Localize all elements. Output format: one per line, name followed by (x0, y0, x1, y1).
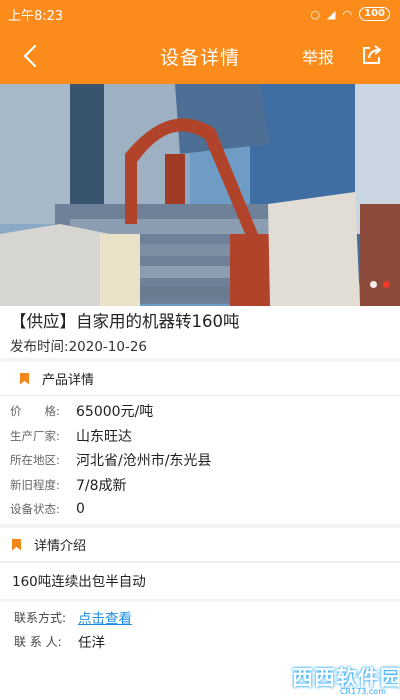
wifi-icon: ◠ (342, 7, 353, 21)
detail-row-price: 价 格: 65000元/吨 (10, 399, 390, 424)
status-time: 上午8:23 (8, 8, 64, 24)
watermark-url: CR173.com (339, 687, 386, 696)
product-details-header: 产品详情 (0, 362, 400, 396)
detail-value: 山东旺达 (76, 428, 132, 445)
product-title-card: 【供应】自家用的机器转160吨 发布时间:2020-10-26 (0, 306, 400, 358)
contact-method-row: 联系方式: 点击查看 (14, 605, 386, 629)
status-bar: 上午8:23 ○ ◢ ◠ 100 (0, 0, 400, 28)
muted-ring-icon: ○ (310, 7, 321, 21)
intro-header: 详情介绍 (0, 528, 400, 562)
page-title: 设备详情 (159, 46, 240, 69)
equipment-photo-carousel[interactable] (0, 84, 400, 306)
status-icons: ○ ◢ ◠ 100 (310, 7, 390, 21)
detail-label: 生产厂家: (10, 428, 60, 443)
product-details-title: 产品详情 (42, 373, 95, 388)
battery-indicator: 100 (359, 7, 390, 21)
publish-date-label: 发布时间: (10, 339, 69, 355)
app-header: 上午8:23 ○ ◢ ◠ 100 设备详情 举报 (0, 0, 400, 84)
product-title: 【供应】自家用的机器转160吨 (10, 312, 240, 331)
signal-icon: ◢ (327, 7, 336, 21)
contact-person-label: 联 系 人: (14, 634, 62, 649)
publish-date: 发布时间:2020-10-26 (10, 335, 390, 355)
share-button[interactable] (358, 41, 386, 69)
carousel-dot[interactable] (370, 281, 377, 288)
intro-title: 详情介绍 (34, 539, 87, 554)
site-watermark: 西西软件园 CR173.com (292, 662, 400, 696)
detail-value: 0 (76, 501, 85, 518)
detail-row-status: 设备状态: 0 (10, 497, 390, 522)
detail-label: 设备状态: (10, 502, 60, 517)
detail-row-condition: 新旧程度: 7/8成新 (10, 473, 390, 498)
detail-label: 新旧程度: (10, 477, 60, 492)
detail-value: 7/8成新 (76, 477, 127, 494)
report-button[interactable]: 举报 (302, 44, 334, 68)
back-arrow-icon (23, 44, 37, 68)
carousel-indicator (370, 281, 390, 288)
detail-value: 河北省/沧州市/东光县 (76, 453, 212, 470)
detail-row-manufacturer: 生产厂家: 山东旺达 (10, 424, 390, 449)
detail-label: 价 格: (10, 404, 60, 419)
detail-value: 65000元/吨 (76, 404, 154, 421)
contact-person-row: 联 系 人: 任洋 (14, 629, 386, 653)
intro-text: 160吨连续出包半自动 (0, 563, 400, 599)
contact-method-label: 联系方式: (14, 610, 67, 625)
equipment-photo (0, 84, 400, 306)
detail-row-region: 所在地区: 河北省/沧州市/东光县 (10, 448, 390, 473)
back-button[interactable] (14, 40, 46, 72)
carousel-dot-active[interactable] (383, 281, 390, 288)
product-details-list: 价 格: 65000元/吨 生产厂家: 山东旺达 所在地区: 河北省/沧州市/东… (0, 396, 400, 524)
nav-bar: 设备详情 举报 (0, 28, 400, 84)
bookmark-icon (20, 372, 29, 385)
bookmark-icon (12, 538, 21, 551)
contact-person-value: 任洋 (78, 635, 105, 651)
detail-label: 所在地区: (10, 453, 60, 468)
publish-date-value: 2020-10-26 (68, 339, 148, 355)
share-icon (363, 45, 381, 64)
view-contact-link[interactable]: 点击查看 (78, 607, 132, 627)
